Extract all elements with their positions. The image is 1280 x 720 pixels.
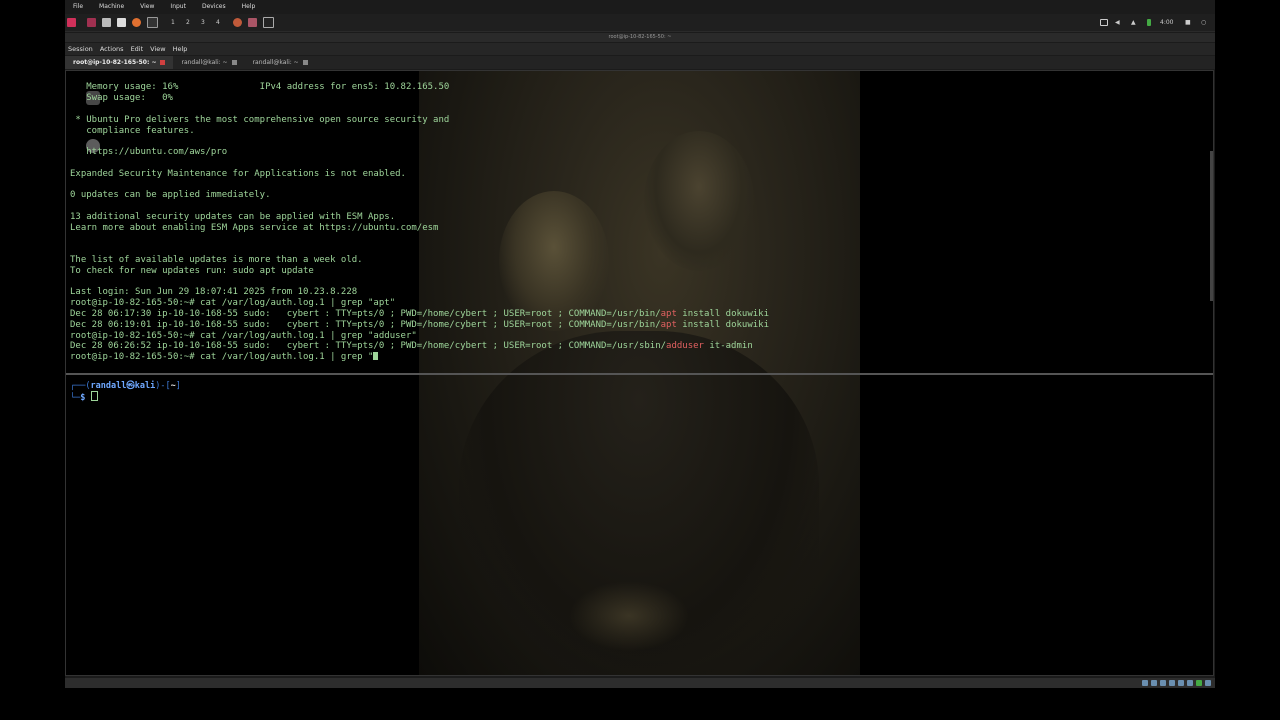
window-titlebar[interactable]: root@ip-10-82-165-50: ~ — [65, 33, 1215, 42]
kali-top-panel: 1 2 3 4 ◀ ▲ 4:00 ■ ○ — [65, 14, 1215, 32]
tab-label: root@ip-10-82-165-50: ~ — [73, 59, 157, 66]
vm-menubar: File Machine View Input Devices Help — [65, 2, 1215, 12]
hdd-icon[interactable] — [1142, 680, 1148, 686]
konsole-menubar: Session Actions Edit View Help — [65, 43, 1215, 55]
workspace-2[interactable]: 2 — [186, 17, 190, 28]
terminal-line: Dec 28 06:19:01 ip-10-10-168-55 sudo: cy… — [70, 320, 770, 330]
vm-status-bar — [65, 678, 1215, 688]
network-icon[interactable] — [1169, 680, 1175, 686]
audio-icon[interactable] — [1160, 680, 1166, 686]
workspace-4[interactable]: 4 — [216, 17, 220, 28]
lock-icon[interactable]: ■ — [1185, 17, 1191, 28]
show-desktop-icon[interactable] — [87, 17, 96, 28]
firefox-icon[interactable] — [132, 17, 141, 28]
terminal-line: https://ubuntu.com/aws/pro — [70, 147, 228, 157]
vm-menu-help[interactable]: Help — [234, 2, 264, 12]
terminal-line: Expanded Security Maintenance for Applic… — [70, 169, 406, 179]
vm-menu-file[interactable]: File — [65, 2, 91, 12]
host-key-icon[interactable] — [1205, 680, 1211, 686]
display-icon[interactable] — [1100, 17, 1108, 28]
task-terminal-icon[interactable] — [263, 17, 274, 28]
terminal-line: 0 updates can be applied immediately. — [70, 190, 271, 200]
terminal-line: root@ip-10-82-165-50:~# cat /var/log/aut… — [70, 298, 396, 308]
menu-actions[interactable]: Actions — [97, 43, 128, 55]
terminal-line: Memory usage: 16% IPv4 address for ens5:… — [70, 82, 450, 92]
menu-session[interactable]: Session — [65, 43, 97, 55]
kali-menu-icon[interactable] — [67, 17, 76, 28]
vm-menu-view[interactable]: View — [132, 2, 162, 12]
shared-folder-icon[interactable] — [1187, 680, 1193, 686]
terminal-line: Learn more about enabling ESM Apps servi… — [70, 223, 439, 233]
menu-edit[interactable]: Edit — [128, 43, 148, 55]
workspace-3[interactable]: 3 — [201, 17, 205, 28]
file-manager-icon[interactable] — [102, 17, 111, 28]
terminal-pane-ubuntu[interactable]: Memory usage: 16% IPv4 address for ens5:… — [66, 71, 1213, 373]
terminal-area[interactable]: Memory usage: 16% IPv4 address for ens5:… — [65, 70, 1214, 676]
text-cursor — [373, 352, 379, 360]
task-burp-icon[interactable] — [248, 17, 257, 28]
close-icon[interactable] — [302, 60, 308, 65]
usb-icon[interactable] — [1178, 680, 1184, 686]
notification-icon[interactable]: ▲ — [1131, 17, 1136, 28]
terminal-line: 13 additional security updates can be ap… — [70, 212, 396, 222]
tab-label: randall@kali: ~ — [181, 59, 228, 66]
terminal-tabbar: root@ip-10-82-165-50: ~ randall@kali: ~ … — [65, 56, 1215, 69]
panel-clock[interactable]: 4:00 — [1160, 17, 1173, 28]
battery-icon[interactable] — [1147, 17, 1151, 28]
tab-randall-2[interactable]: randall@kali: ~ — [245, 56, 316, 69]
terminal-line: Dec 28 06:17:30 ip-10-10-168-55 sudo: cy… — [70, 309, 770, 319]
menu-help[interactable]: Help — [170, 43, 192, 55]
workspace-1[interactable]: 1 — [171, 17, 175, 28]
capture-icon[interactable] — [1196, 680, 1202, 686]
terminal-line: The list of available updates is more th… — [70, 255, 363, 265]
task-firefox-icon[interactable] — [233, 17, 242, 28]
tab-label: randall@kali: ~ — [252, 59, 299, 66]
power-icon[interactable]: ○ — [1201, 17, 1206, 28]
menu-view[interactable]: View — [147, 43, 169, 55]
terminal-line: compliance features. — [70, 126, 195, 136]
text-editor-icon[interactable] — [117, 17, 126, 28]
close-icon[interactable] — [160, 60, 166, 65]
terminal-line: Last login: Sun Jun 29 18:07:41 2025 fro… — [70, 287, 358, 297]
terminal-pane-kali[interactable]: ┌──(randall㉿kali)-[~] └─$ — [66, 375, 1213, 675]
kali-prompt: ┌──(randall㉿kali)-[~] — [70, 381, 181, 391]
tab-root-session[interactable]: root@ip-10-82-165-50: ~ — [65, 56, 174, 69]
text-cursor — [90, 391, 98, 401]
vm-window: File Machine View Input Devices Help 1 2… — [65, 0, 1215, 688]
terminal-line: Dec 28 06:26:52 ip-10-10-168-55 sudo: cy… — [70, 341, 753, 351]
terminal-line: * Ubuntu Pro delivers the most comprehen… — [70, 115, 450, 125]
vm-menu-input[interactable]: Input — [162, 2, 194, 12]
scrollbar[interactable] — [1210, 151, 1213, 301]
terminal-line: To check for new updates run: sudo apt u… — [70, 266, 314, 276]
window-title: root@ip-10-82-165-50: ~ — [608, 34, 672, 40]
terminal-current-line: root@ip-10-82-165-50:~# cat /var/log/aut… — [70, 352, 379, 363]
volume-icon[interactable]: ◀ — [1115, 17, 1120, 28]
optical-icon[interactable] — [1151, 680, 1157, 686]
close-icon[interactable] — [231, 60, 237, 65]
kali-prompt-input: └─$ — [70, 391, 98, 403]
tab-randall-1[interactable]: randall@kali: ~ — [173, 56, 244, 69]
vm-menu-devices[interactable]: Devices — [194, 2, 234, 12]
terminal-line: Swap usage: 0% — [70, 93, 173, 103]
vm-menu-machine[interactable]: Machine — [91, 2, 132, 12]
terminal-icon[interactable] — [147, 17, 158, 28]
